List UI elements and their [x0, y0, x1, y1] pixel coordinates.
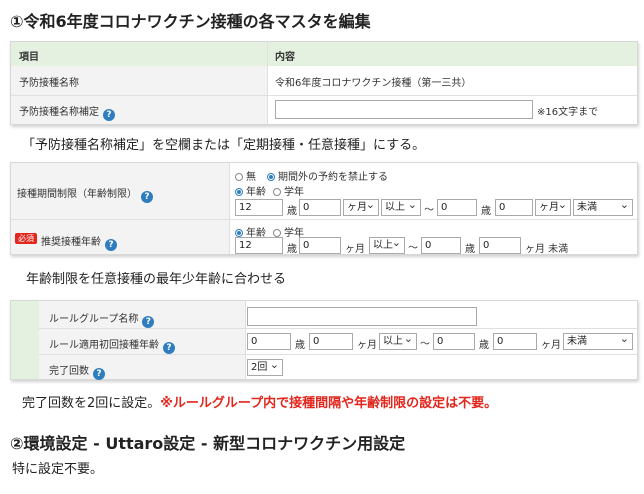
radio-block-out-of-period[interactable]: 期間外の予約を禁止する	[267, 168, 388, 183]
age-from-month-input[interactable]: 0	[299, 199, 341, 216]
radio-grade-icon[interactable]	[273, 188, 281, 196]
rec-from-compare-select[interactable]: 以上	[369, 235, 405, 254]
unit-year: 歳	[287, 206, 297, 217]
rule-to-compare-select[interactable]: 未満	[563, 331, 633, 350]
unit-month: ヶ月	[345, 244, 365, 255]
age-from-compare-select[interactable]: 以上	[381, 197, 421, 216]
rule-first-dose-age-label: ルール適用初回接種年齢?	[49, 336, 175, 354]
rule-from-compare-select[interactable]: 以上	[379, 331, 417, 350]
rule-first-dose-age-text: ルール適用初回接種年齢	[49, 340, 159, 351]
vaccination-name-panel: 項目 内容 予防接種名称 令和6年度コロナワクチン接種（第一三共） 予防接種名称…	[10, 41, 638, 125]
unit-year: 歳	[479, 340, 489, 351]
rule-group-panel: ルールグループ名称? ルール適用初回接種年齢? 0 歳 0 ヶ月 以上 〜 0 …	[10, 300, 638, 380]
note-age-limit: 年齢制限を任意接種の最年少年齢に合わせる	[26, 272, 287, 287]
rec-to-year-input[interactable]: 0	[421, 237, 461, 254]
help-icon[interactable]: ?	[93, 368, 105, 380]
rec-radio-age-icon[interactable]	[235, 229, 243, 237]
rule-to-year-input[interactable]: 0	[433, 333, 475, 350]
help-icon[interactable]: ?	[105, 239, 117, 251]
help-icon[interactable]: ?	[141, 191, 153, 203]
age-to-month-input[interactable]: 0	[495, 199, 533, 216]
column-divider	[267, 42, 268, 124]
recommended-age-label: 推奨接種年齢?	[41, 233, 117, 251]
help-icon[interactable]: ?	[163, 342, 175, 354]
help-icon[interactable]: ?	[103, 109, 115, 121]
completion-count-text: 完了回数	[49, 366, 89, 377]
note-completion-warning: ※ルールグループ内で接種間隔や年齢制限の設定は不要。	[160, 396, 498, 411]
vaccination-name-value: 令和6年度コロナワクチン接種（第一三共）	[275, 78, 472, 89]
radio-age-icon[interactable]	[235, 188, 243, 196]
required-badge: 必須	[15, 233, 37, 244]
panel-header-row	[11, 42, 637, 66]
help-icon[interactable]: ?	[142, 316, 155, 328]
row-divider	[11, 219, 637, 220]
column-header-content: 内容	[275, 52, 295, 63]
rec-to-month-input[interactable]: 0	[479, 237, 521, 254]
completion-count-select[interactable]: 2回	[247, 357, 283, 376]
supplement-char-limit-hint: ※16文字まで	[537, 107, 599, 118]
rec-from-year-input[interactable]: 12	[235, 237, 283, 254]
note-completion-plain: 完了回数を2回に設定。	[22, 396, 161, 411]
column-divider	[229, 163, 230, 254]
range-tilde: 〜	[408, 243, 418, 254]
age-to-compare-select[interactable]: 未満	[573, 197, 633, 216]
rec-to-suffix: ヶ月 未満	[525, 244, 569, 255]
age-limit-panel: 接種期間制限（年齢制限）? 無 期間外の予約を禁止する 年齢 学年 12 歳 0…	[10, 162, 638, 255]
unit-month: ヶ月	[541, 340, 561, 351]
age-to-unit-select[interactable]: ヶ月	[535, 197, 571, 216]
age-from-unit-select[interactable]: ヶ月	[343, 197, 379, 216]
supplement-label-text: 予防接種名称補定	[19, 107, 99, 118]
range-tilde: 〜	[420, 339, 430, 350]
section-heading-1: ①令和6年度コロナワクチン接種の各マスタを編集	[10, 12, 371, 31]
rec-radio-grade-icon[interactable]	[273, 229, 281, 237]
radio-block-icon[interactable]	[267, 173, 275, 181]
radio-age[interactable]: 年齢	[235, 183, 266, 198]
note-no-setting: 特に設定不要。	[12, 462, 104, 477]
green-side-bar	[11, 301, 39, 379]
column-header-item: 項目	[19, 52, 39, 63]
unit-year: 歳	[287, 244, 297, 255]
interval-limit-text: 接種期間制限（年齢制限）	[17, 189, 137, 200]
unit-year: 歳	[481, 206, 491, 217]
column-divider	[245, 301, 246, 379]
rule-group-name-input[interactable]	[247, 307, 477, 326]
rule-group-name-label: ルールグループ名称?	[49, 310, 155, 328]
radio-none[interactable]: 無	[235, 168, 256, 183]
radio-grade[interactable]: 学年	[273, 183, 304, 198]
unit-year: 歳	[295, 340, 305, 351]
rule-to-month-input[interactable]: 0	[493, 333, 537, 350]
supplement-input[interactable]	[275, 100, 533, 119]
age-from-year-input[interactable]: 12	[235, 199, 283, 216]
radio-none-icon[interactable]	[235, 173, 243, 181]
rule-from-year-input[interactable]: 0	[247, 333, 291, 350]
unit-month: ヶ月	[357, 340, 377, 351]
row-divider	[39, 328, 637, 329]
section-heading-2: ②環境設定 - Uttaro設定 - 新型コロナワクチン用設定	[10, 434, 406, 453]
vaccination-name-supplement-label: 予防接種名称補定?	[19, 103, 115, 121]
rec-from-month-input[interactable]: 0	[299, 237, 341, 254]
range-tilde: 〜	[424, 205, 434, 216]
vaccination-name-label: 予防接種名称	[19, 78, 79, 89]
rule-from-month-input[interactable]: 0	[309, 333, 353, 350]
unit-year: 歳	[465, 244, 475, 255]
note-supplement: 「予防接種名称補定」を空欄または「定期接種・任意接種」にする。	[22, 138, 426, 153]
rule-group-name-text: ルールグループ名称	[49, 314, 139, 325]
note-completion-count: 完了回数を2回に設定。※ルールグループ内で接種間隔や年齢制限の設定は不要。	[22, 392, 497, 411]
interval-limit-label: 接種期間制限（年齢制限）?	[17, 185, 153, 203]
age-to-year-input[interactable]: 0	[437, 199, 477, 216]
row-divider	[11, 95, 637, 96]
row-divider	[39, 354, 637, 355]
completion-count-label: 完了回数?	[49, 362, 105, 380]
recommended-age-text: 推奨接種年齢	[41, 237, 101, 248]
